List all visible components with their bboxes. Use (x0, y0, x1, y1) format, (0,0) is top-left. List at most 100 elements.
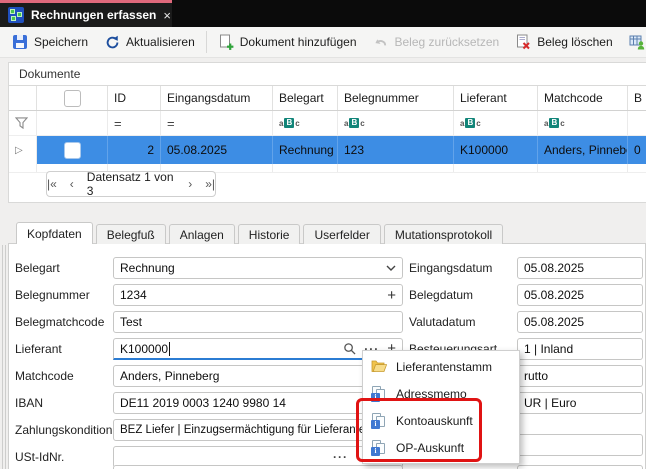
row-checkbox[interactable] (64, 142, 81, 159)
belegart-select[interactable]: Rechnung (113, 257, 403, 279)
text-caret (169, 342, 170, 356)
matchcode-input[interactable]: Anders, Pinneberg (113, 365, 403, 387)
tab-belegfuss[interactable]: Belegfuß (96, 224, 166, 244)
select-all-column-header[interactable] (37, 86, 108, 110)
ellipsis-button[interactable]: ··· (333, 450, 348, 464)
table-row-selected[interactable]: ▷ 2 05.08.2025 Rechnung 123 K100000 Ande… (9, 136, 646, 164)
filter-cell-belegnummer[interactable]: aBc (338, 111, 454, 135)
header-checkbox[interactable] (64, 90, 81, 107)
funnel-icon (15, 117, 28, 129)
column-header-lieferant[interactable]: Lieferant (454, 86, 538, 110)
partial-row5-input[interactable]: rutto (517, 365, 643, 387)
refresh-label: Aktualisieren (126, 35, 195, 49)
abc-operator-icon[interactable]: aBc (460, 118, 481, 128)
pages-info-icon: i (371, 386, 387, 402)
filter-cell-eingangsdatum[interactable]: = (161, 111, 273, 135)
menu-item-label: Kontoauskunft (396, 414, 473, 428)
close-tab-icon[interactable]: × (163, 8, 171, 23)
document-delete-icon (515, 34, 531, 50)
record-position-label: Datensatz 1 von 3 (87, 170, 175, 198)
start-check-button[interactable]: Prüfung starten (621, 29, 646, 55)
cell[interactable] (538, 164, 628, 173)
equals-operator-icon[interactable]: = (167, 116, 175, 131)
column-header-id[interactable]: ID (108, 86, 161, 110)
cell-id[interactable]: 2 (108, 136, 161, 164)
delete-document-button[interactable]: Beleg löschen (507, 29, 620, 55)
splitter-line[interactable] (2, 245, 3, 469)
tab-mutationsprotokoll[interactable]: Mutationsprotokoll (384, 224, 503, 244)
filter-cell[interactable] (628, 111, 646, 135)
cell[interactable] (338, 164, 454, 173)
tab-historie[interactable]: Historie (238, 224, 301, 244)
belegdatum-input[interactable]: 05.08.2025 (517, 284, 643, 306)
cell[interactable] (273, 164, 338, 173)
search-icon[interactable] (343, 342, 356, 355)
column-header-belegart[interactable]: Belegart (273, 86, 338, 110)
belegmatchcode-input[interactable]: Test (113, 311, 403, 333)
filter-cell-belegart[interactable]: aBc (273, 111, 338, 135)
bruttobetrag-input[interactable] (517, 465, 643, 469)
lieferant-label: Lieferant (15, 338, 62, 359)
cell-belegnummer[interactable]: 123 (338, 136, 454, 164)
belegnummer-input[interactable]: 1234 + (113, 284, 403, 306)
row-select-cell[interactable] (37, 136, 108, 164)
cell[interactable] (628, 164, 646, 173)
equals-operator-icon[interactable]: = (114, 116, 122, 131)
valutadatum-label: Valutadatum (409, 311, 476, 332)
menu-item-label: Adressmemo (396, 387, 467, 401)
refresh-icon (104, 34, 120, 50)
column-header-matchcode[interactable]: Matchcode (538, 86, 628, 110)
cell-lieferant[interactable]: K100000 (454, 136, 538, 164)
eingangsdatum-input[interactable]: 05.08.2025 (517, 257, 643, 279)
next-record-button[interactable]: › (188, 177, 192, 191)
menu-item-op-auskunft[interactable]: i OP-Auskunft (363, 434, 519, 461)
document-tab[interactable]: Rechnungen erfassen × (0, 0, 172, 27)
column-header-eingangsdatum[interactable]: Eingangsdatum (161, 86, 273, 110)
chevron-down-icon[interactable] (386, 265, 396, 271)
partial-bottom-left-input[interactable]: (235) (113, 465, 403, 469)
filter-cell-id[interactable]: = (108, 111, 161, 135)
valutadatum-input[interactable]: 05.08.2025 (517, 311, 643, 333)
save-button[interactable]: Speichern (4, 29, 96, 55)
belegmatchcode-label: Belegmatchcode (15, 311, 104, 332)
first-record-button[interactable]: |« (47, 177, 57, 191)
column-header-belegnummer[interactable]: Belegnummer (338, 86, 454, 110)
abc-operator-icon[interactable]: aBc (344, 118, 365, 128)
cell-belegart[interactable]: Rechnung (273, 136, 338, 164)
filter-cell[interactable] (37, 111, 108, 135)
menu-item-lieferantenstamm[interactable]: Lieferantenstamm (363, 353, 519, 380)
folder-open-icon (371, 359, 387, 375)
column-header-clipped[interactable]: B (628, 86, 646, 110)
cell-matchcode[interactable]: Anders, Pinneberg (538, 136, 628, 164)
pages-info-icon: i (371, 440, 387, 456)
tab-anlagen[interactable]: Anlagen (169, 224, 235, 244)
cell-eingangsdatum[interactable]: 05.08.2025 (161, 136, 273, 164)
menu-item-kontoauskunft[interactable]: i Kontoauskunft (363, 407, 519, 434)
plus-icon[interactable]: + (387, 288, 396, 303)
splitter-line[interactable] (5, 245, 6, 469)
belegdatum-label: Belegdatum (409, 284, 473, 305)
filter-cell-matchcode[interactable]: aBc (538, 111, 628, 135)
cell-clipped[interactable]: 0 (628, 136, 646, 164)
iban-input[interactable]: DE11 2019 0003 1240 9980 14 (113, 392, 403, 414)
last-record-button[interactable]: »| (205, 177, 215, 191)
refresh-button[interactable]: Aktualisieren (96, 29, 203, 55)
menu-item-adressmemo[interactable]: i Adressmemo (363, 380, 519, 407)
cell[interactable] (454, 164, 538, 173)
abc-operator-icon[interactable]: aBc (279, 118, 300, 128)
eingangsdatum-value: 05.08.2025 (524, 261, 584, 275)
lieferant-input[interactable]: K100000 ··· + (113, 338, 403, 360)
besteuerungsart-input[interactable]: 1 | Inland (517, 338, 643, 360)
belegart-label: Belegart (15, 257, 60, 278)
filter-cell-lieferant[interactable]: aBc (454, 111, 538, 135)
tab-kopfdaten[interactable]: Kopfdaten (16, 222, 93, 244)
empty-right-input[interactable] (517, 434, 643, 456)
add-document-button[interactable]: Dokument hinzufügen (210, 29, 365, 55)
pages-info-icon: i (371, 413, 387, 429)
menu-item-label: OP-Auskunft (396, 441, 464, 455)
tab-userfelder[interactable]: Userfelder (303, 224, 380, 244)
zahlungskondition-input[interactable]: BEZ Liefer | Einzugsermächtigung für Lie… (113, 419, 403, 441)
partial-row6-input[interactable]: UR | Euro (517, 392, 643, 414)
abc-operator-icon[interactable]: aBc (544, 118, 565, 128)
previous-record-button[interactable]: ‹ (70, 177, 74, 191)
